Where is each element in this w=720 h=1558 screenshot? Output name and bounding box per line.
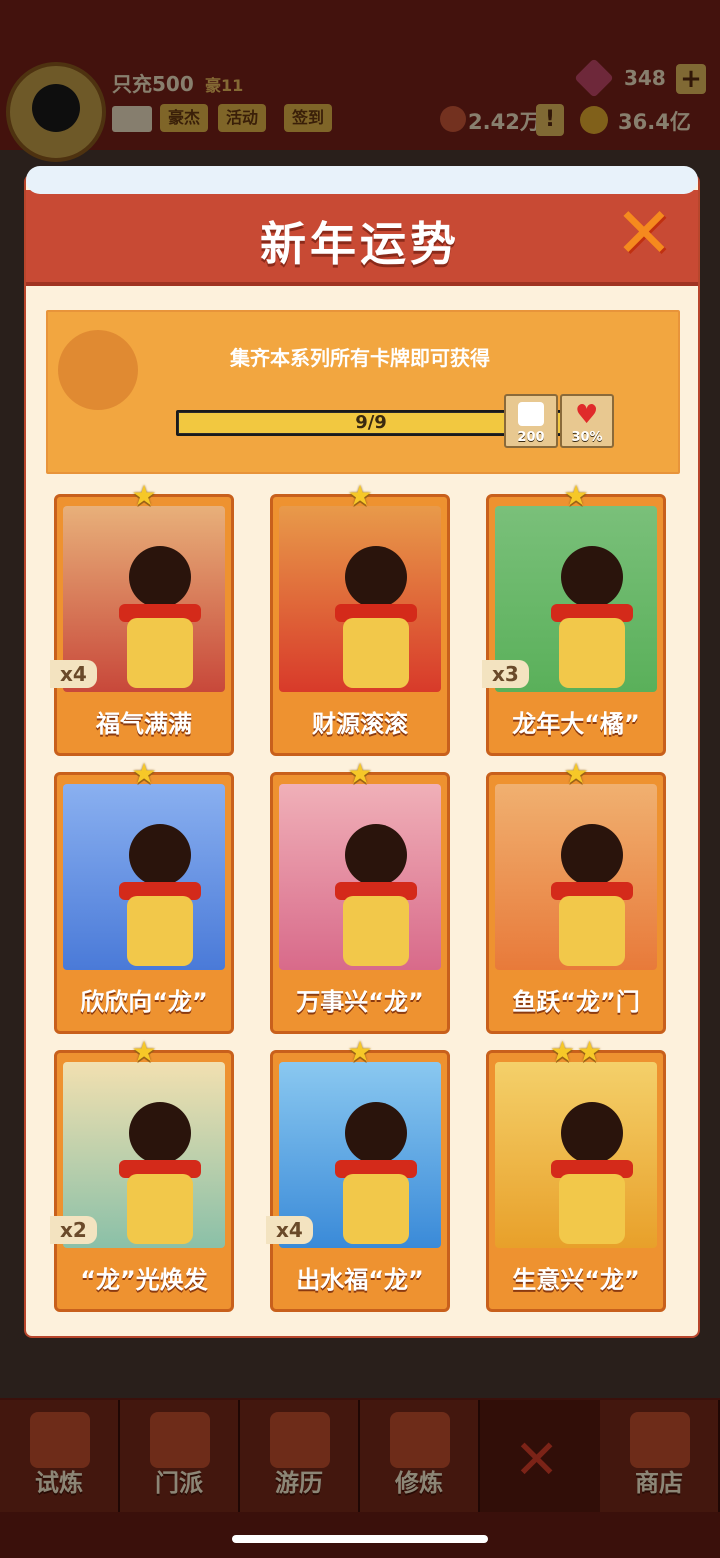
star-rating: ★ [486,482,666,510]
reward-banner [46,310,680,474]
card-name: 出水福“龙” [296,1266,424,1294]
character-head [561,824,623,886]
character-head [345,546,407,608]
star-icon: ★ [347,1035,373,1068]
dice-icon [518,402,544,426]
card-name: 鱼跃“龙”门 [512,988,640,1016]
character-body [559,896,625,966]
star-icon: ★ [577,1035,603,1068]
fortune-card[interactable]: ★ ★ 生意兴“龙” [486,1038,666,1312]
home-indicator[interactable] [232,1535,488,1543]
heart-icon: ♥ [575,400,599,430]
character-body [343,618,409,688]
fortune-card[interactable]: ★ 欣欣向“龙” [54,760,234,1034]
star-rating: ★ ★ [486,1038,666,1066]
fortune-card[interactable]: ★ 鱼跃“龙”门 [486,760,666,1034]
character-body [343,896,409,966]
star-rating: ★ [54,1038,234,1066]
card-name: 财源滚滚 [312,710,408,738]
character-body [127,618,193,688]
character-head [129,546,191,608]
card-artwork [495,784,657,970]
star-rating: ★ [270,482,450,510]
card-count-badge: x4 [50,660,97,688]
star-icon: ★ [563,479,589,512]
card-name: “龙”光焕发 [80,1266,208,1294]
card-count-badge: x4 [266,1216,313,1244]
star-icon: ★ [131,1035,157,1068]
star-icon: ★ [347,757,373,790]
character-body [127,1174,193,1244]
banner-text: 集齐本系列所有卡牌即可获得 [230,346,490,370]
fortune-card[interactable]: ★ 万事兴“龙” [270,760,450,1034]
star-rating: ★ [54,482,234,510]
character-body [343,1174,409,1244]
character-head [561,546,623,608]
fortune-card[interactable]: ★ 财源滚滚 [270,482,450,756]
card-name: 福气满满 [96,710,192,738]
star-icon: ★ [347,479,373,512]
character-body [559,1174,625,1244]
reward-dice[interactable]: 200 [504,394,558,448]
star-icon: ★ [131,757,157,790]
star-rating: ★ [270,760,450,788]
star-icon: ★ [563,757,589,790]
modal-close-button[interactable]: ✕ [612,198,676,268]
fortune-card[interactable]: ★ x3 龙年大“橘” [482,482,666,756]
character-head [561,1102,623,1164]
card-name: 龙年大“橘” [512,710,640,738]
card-artwork [279,784,441,970]
character-head [129,1102,191,1164]
card-name: 生意兴“龙” [512,1266,640,1294]
reward-heart[interactable]: ♥ 30% [560,394,614,448]
star-rating: ★ [54,760,234,788]
card-name: 万事兴“龙” [296,988,424,1016]
fortune-card[interactable]: ★ x4 福气满满 [50,482,234,756]
character-body [127,896,193,966]
banner-character-image [58,330,138,410]
character-head [129,824,191,886]
card-artwork [63,784,225,970]
reward-label: 200 [517,430,545,445]
snow-decoration [26,166,698,194]
star-icon: ★ [131,479,157,512]
fortune-card[interactable]: ★ x2 “龙”光焕发 [50,1038,234,1312]
star-rating: ★ [270,1038,450,1066]
fortune-card[interactable]: ★ x4 出水福“龙” [266,1038,450,1312]
card-count-badge: x2 [50,1216,97,1244]
card-artwork [279,506,441,692]
card-name: 欣欣向“龙” [80,988,208,1016]
character-body [559,618,625,688]
star-icon: ★ [549,1035,575,1068]
character-head [345,824,407,886]
card-artwork [495,1062,657,1248]
reward-label: 30% [571,430,603,445]
character-head [345,1102,407,1164]
star-rating: ★ [486,760,666,788]
card-count-badge: x3 [482,660,529,688]
